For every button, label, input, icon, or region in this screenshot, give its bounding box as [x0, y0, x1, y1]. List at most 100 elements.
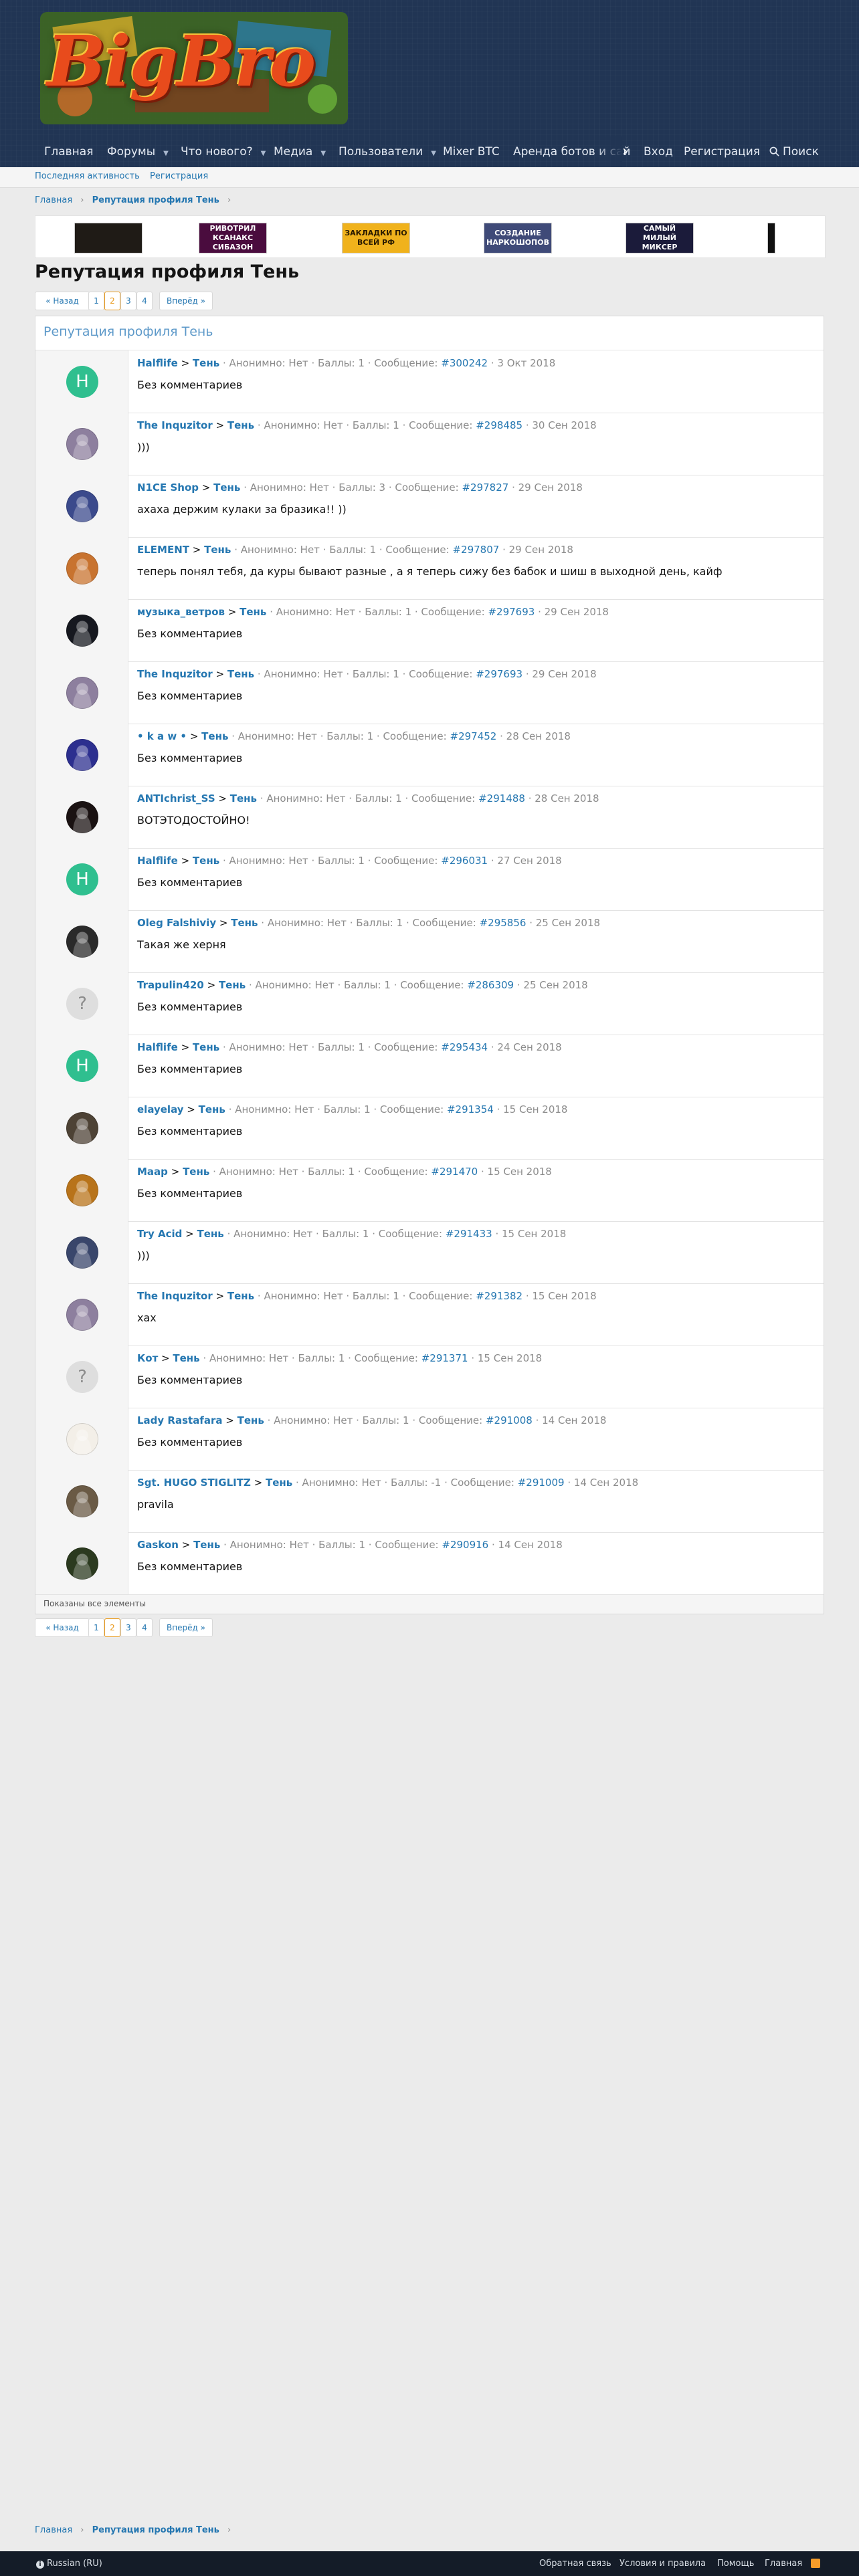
- page-2-current[interactable]: 2: [104, 1618, 120, 1637]
- avatar[interactable]: [66, 490, 98, 522]
- post-link[interactable]: #291488: [478, 792, 525, 804]
- avatar[interactable]: H: [66, 366, 98, 398]
- footer-link-help[interactable]: Помощь: [717, 2551, 754, 2576]
- post-link[interactable]: #291382: [476, 1290, 522, 1302]
- search-button[interactable]: Поиск: [769, 136, 819, 167]
- page-1-link[interactable]: 1: [88, 292, 104, 310]
- avatar[interactable]: [66, 1485, 98, 1517]
- giver-username-link[interactable]: Oleg Falshiviy: [137, 917, 216, 929]
- giver-username-link[interactable]: Halflife: [137, 1041, 178, 1053]
- giver-username-link[interactable]: Маар: [137, 1166, 168, 1178]
- post-link[interactable]: #297452: [450, 730, 497, 742]
- receiver-username-link[interactable]: Тень: [219, 979, 246, 991]
- avatar[interactable]: [66, 739, 98, 771]
- receiver-username-link[interactable]: Тень: [201, 730, 228, 742]
- giver-username-link[interactable]: N1CE Shop: [137, 481, 199, 494]
- receiver-username-link[interactable]: Тень: [240, 606, 266, 618]
- giver-username-link[interactable]: Halflife: [137, 855, 178, 867]
- breadcrumb-home[interactable]: Главная: [35, 2525, 72, 2535]
- language-chooser[interactable]: i Russian (RU): [36, 2551, 102, 2576]
- post-link[interactable]: #291009: [518, 1477, 565, 1489]
- page-4-link[interactable]: 4: [136, 292, 153, 310]
- nav-media[interactable]: Медиа ▼: [274, 136, 326, 167]
- post-link[interactable]: #297807: [452, 544, 499, 556]
- post-link[interactable]: #295434: [441, 1041, 488, 1053]
- giver-username-link[interactable]: The Inquzitor: [137, 1290, 213, 1302]
- nav-home[interactable]: Главная: [44, 136, 93, 167]
- receiver-username-link[interactable]: Тень: [193, 1539, 220, 1551]
- receiver-username-link[interactable]: Тень: [213, 481, 240, 494]
- receiver-username-link[interactable]: Тень: [193, 357, 219, 369]
- ad-banner[interactable]: ЗАКЛАДКИ ПО ВСЕЙ РФ: [342, 223, 410, 253]
- ad-banner[interactable]: САМЫЙ МИЛЫЙ МИКСЕР: [626, 223, 694, 253]
- giver-username-link[interactable]: The Inquzitor: [137, 668, 213, 680]
- chevron-down-icon[interactable]: ▼: [261, 150, 266, 157]
- login-link[interactable]: Вход: [644, 136, 673, 167]
- page-4-link[interactable]: 4: [136, 1618, 153, 1637]
- receiver-username-link[interactable]: Тень: [204, 544, 231, 556]
- avatar[interactable]: ?: [66, 1361, 98, 1393]
- prev-page-button[interactable]: « Назад: [35, 1618, 90, 1637]
- prev-page-button[interactable]: « Назад: [35, 292, 90, 310]
- chevron-down-icon[interactable]: ▼: [431, 150, 436, 157]
- chevron-down-icon[interactable]: ▼: [320, 150, 326, 157]
- post-link[interactable]: #290916: [442, 1539, 488, 1551]
- giver-username-link[interactable]: Sgt. HUGO STIGLITZ: [137, 1477, 251, 1489]
- nav-scroll-right-icon[interactable]: ›: [622, 136, 628, 167]
- page-3-link[interactable]: 3: [120, 1618, 136, 1637]
- next-page-button[interactable]: Вперёд »: [159, 292, 213, 310]
- rss-icon[interactable]: [811, 2559, 820, 2568]
- avatar[interactable]: [66, 615, 98, 647]
- avatar[interactable]: [66, 1547, 98, 1580]
- avatar[interactable]: ?: [66, 988, 98, 1020]
- giver-username-link[interactable]: Кот: [137, 1352, 158, 1364]
- ad-banner[interactable]: РИВОТРИЛ КСАНАКС СИБАЗОН: [199, 223, 267, 253]
- post-link[interactable]: #297693: [488, 606, 535, 618]
- nav-mixer-btc[interactable]: Mixer BTC: [443, 136, 500, 167]
- nav-forums[interactable]: Форумы ▼: [107, 136, 169, 167]
- avatar[interactable]: [66, 552, 98, 584]
- nav-whats-new[interactable]: Что нового? ▼: [181, 136, 266, 167]
- footer-link-home[interactable]: Главная: [765, 2551, 802, 2576]
- receiver-username-link[interactable]: Тень: [227, 1290, 254, 1302]
- post-link[interactable]: #291354: [447, 1103, 494, 1115]
- giver-username-link[interactable]: elayelay: [137, 1103, 184, 1115]
- giver-username-link[interactable]: The Inquzitor: [137, 419, 213, 431]
- footer-link-contact[interactable]: Обратная связь: [539, 2551, 611, 2576]
- avatar[interactable]: [66, 926, 98, 958]
- ad-banner[interactable]: [74, 223, 142, 253]
- post-link[interactable]: #296031: [441, 855, 488, 867]
- giver-username-link[interactable]: • k a w •: [137, 730, 187, 742]
- receiver-username-link[interactable]: Тень: [266, 1477, 292, 1489]
- giver-username-link[interactable]: Trapulin420: [137, 979, 204, 991]
- receiver-username-link[interactable]: Тень: [230, 792, 257, 804]
- register-link[interactable]: Регистрация: [684, 136, 760, 167]
- recent-activity-link[interactable]: Последняя активность: [35, 167, 140, 186]
- footer-link-terms[interactable]: Условия и правила: [619, 2551, 706, 2576]
- post-link[interactable]: #297693: [476, 668, 522, 680]
- receiver-username-link[interactable]: Тень: [183, 1166, 209, 1178]
- post-link[interactable]: #291470: [431, 1166, 478, 1178]
- giver-username-link[interactable]: музыка_ветров: [137, 606, 225, 618]
- receiver-username-link[interactable]: Тень: [193, 855, 219, 867]
- receiver-username-link[interactable]: Тень: [237, 1414, 264, 1426]
- avatar[interactable]: [66, 677, 98, 709]
- avatar[interactable]: H: [66, 863, 98, 895]
- avatar[interactable]: [66, 428, 98, 460]
- giver-username-link[interactable]: Lady Rastafara: [137, 1414, 222, 1426]
- post-link[interactable]: #291371: [421, 1352, 468, 1364]
- receiver-username-link[interactable]: Тень: [173, 1352, 199, 1364]
- giver-username-link[interactable]: Halflife: [137, 357, 178, 369]
- page-1-link[interactable]: 1: [88, 1618, 104, 1637]
- post-link[interactable]: #291008: [486, 1414, 533, 1426]
- post-link[interactable]: #298485: [476, 419, 522, 431]
- nav-members[interactable]: Пользователи ▼: [339, 136, 436, 167]
- next-page-button[interactable]: Вперёд »: [159, 1618, 213, 1637]
- avatar[interactable]: [66, 1112, 98, 1144]
- breadcrumb-current[interactable]: Репутация профиля Тень: [92, 195, 219, 205]
- avatar[interactable]: H: [66, 1050, 98, 1082]
- post-link[interactable]: #295856: [480, 917, 527, 929]
- avatar[interactable]: [66, 1237, 98, 1269]
- post-link[interactable]: #297827: [462, 481, 508, 494]
- receiver-username-link[interactable]: Тень: [193, 1041, 219, 1053]
